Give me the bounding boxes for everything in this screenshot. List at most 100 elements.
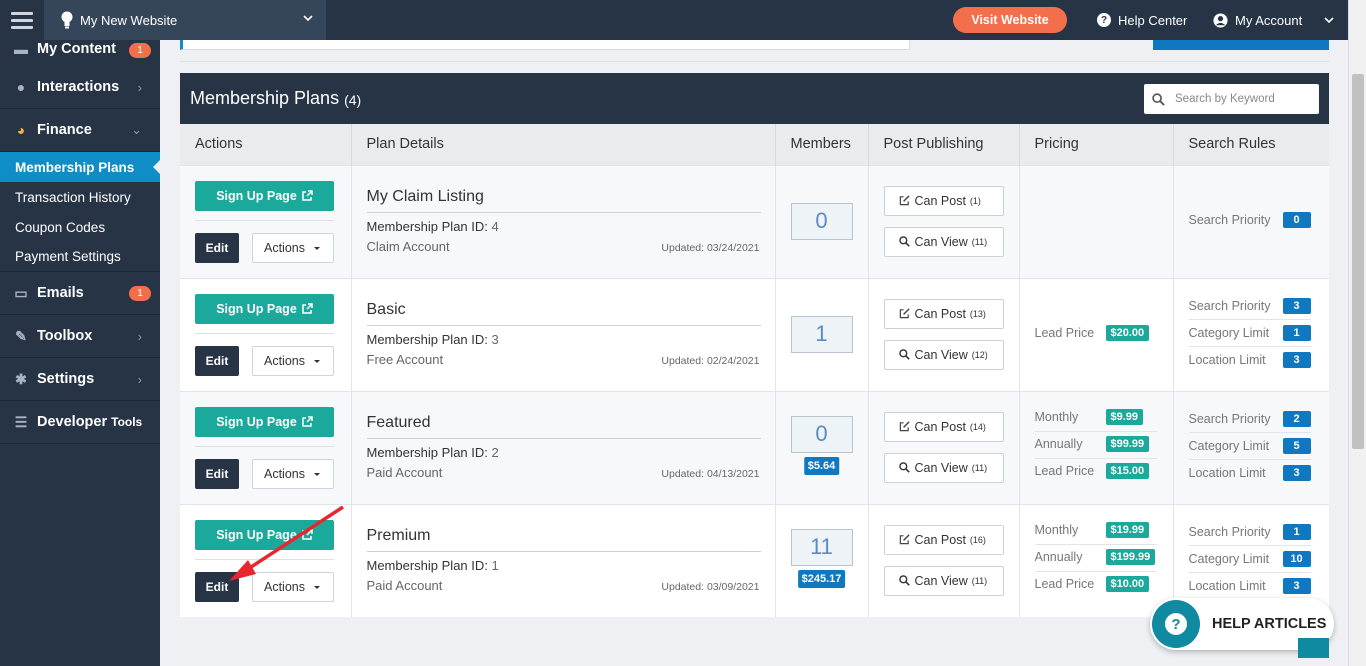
sidebar-item-label: Developer [37, 414, 108, 430]
price-label: Lead Price [1034, 463, 1095, 478]
price-row: Lead Price $20.00 [1034, 323, 1150, 343]
question-icon: ? [1152, 600, 1200, 648]
site-name: My New Website [80, 12, 178, 28]
price-badge: $19.99 [1105, 521, 1150, 538]
updated-date: Updated: 04/13/2021 [661, 467, 760, 480]
sidebar-item-developer-tools[interactable]: ☰ Developer Tools [0, 401, 160, 444]
sidebar-item-toolbox[interactable]: ✎ Toolbox › [0, 315, 160, 358]
visit-website-button[interactable]: Visit Website [953, 7, 1067, 33]
folder-icon: ▬ [14, 41, 28, 57]
can-view-button[interactable]: Can View (11) [883, 226, 1004, 257]
edit-button[interactable]: Edit [195, 232, 239, 263]
post-publishing-cell: Can Post (1) Can View (11) [868, 164, 1020, 278]
scrollbar-thumb[interactable] [1352, 74, 1364, 449]
actions-dropdown[interactable]: Actions [252, 458, 334, 489]
can-post-button[interactable]: Can Post (1) [883, 185, 1004, 216]
divider [366, 211, 761, 213]
search-placeholder: Search by Keyword [1175, 93, 1275, 105]
plan-id-label: Membership Plan ID: [366, 557, 488, 573]
can-post-button[interactable]: Can Post (14) [883, 411, 1004, 442]
sidebar-item-finance[interactable]: ◕ Finance ⌄ [0, 109, 160, 152]
sign-up-page-button[interactable]: Sign Up Page [195, 519, 334, 550]
chevron-down-icon [1324, 17, 1334, 24]
sign-up-page-button[interactable]: Sign Up Page [195, 180, 334, 211]
table-header-row: Actions Plan Details Members Post Publis… [180, 124, 1329, 165]
price-label: Annually [1034, 549, 1083, 564]
can-post-button[interactable]: Can Post (16) [883, 524, 1004, 555]
price-label: Lead Price [1034, 325, 1095, 340]
rule-badge: 5 [1282, 437, 1311, 454]
keyword-search-input[interactable]: Search by Keyword [1144, 84, 1319, 114]
button-label: Can Post [914, 193, 966, 208]
rule-badge: 1 [1282, 523, 1311, 540]
member-count[interactable]: 0 [790, 202, 853, 240]
button-label: Can View [914, 347, 968, 362]
table-row: Sign Up Page Edit Actions Premium Member… [180, 503, 1329, 617]
plan-id-label: Membership Plan ID: [366, 218, 488, 234]
edit-icon [899, 421, 910, 432]
sidebar-subitem-coupon-codes[interactable]: Coupon Codes [0, 212, 160, 242]
can-post-button[interactable]: Can Post (13) [883, 298, 1004, 329]
rule-badge: 3 [1282, 351, 1311, 368]
sidebar-item-emails[interactable]: ▭ Emails 1 [0, 272, 160, 315]
member-count[interactable]: 1 [790, 315, 853, 353]
hamburger-menu-icon[interactable] [0, 0, 44, 40]
actions-dropdown[interactable]: Actions [252, 571, 334, 602]
help-articles-label: HELP ARTICLES [1212, 616, 1327, 632]
divider [1034, 543, 1157, 545]
price-badge: $20.00 [1105, 324, 1150, 341]
sidebar-subitem-transaction-history[interactable]: Transaction History [0, 182, 160, 212]
plan-name: Featured [366, 413, 431, 431]
button-label: Can View [914, 460, 968, 475]
divider [1188, 345, 1311, 347]
sidebar-item-label: Toolbox [37, 328, 93, 344]
button-label: Sign Up Page [216, 414, 297, 429]
rule-label: Search Priority [1188, 411, 1271, 426]
edit-button[interactable]: Edit [195, 458, 239, 489]
help-center-link[interactable]: ? Help Center [1097, 0, 1187, 40]
scroll-to-top-button[interactable] [1298, 638, 1329, 658]
rule-row: Search Priority 0 [1189, 210, 1311, 230]
edit-button[interactable]: Edit [195, 345, 239, 376]
actions-dropdown[interactable]: Actions [252, 345, 334, 376]
my-account-menu[interactable]: My Account [1213, 0, 1335, 40]
search-icon [898, 462, 910, 473]
price-row: Monthly $9.99 [1035, 407, 1144, 427]
edit-icon [899, 195, 910, 206]
site-selector[interactable]: My New Website [44, 0, 326, 40]
column-header: Plan Details [351, 124, 776, 165]
plan-id-value: 3 [491, 331, 499, 347]
actions-dropdown[interactable]: Actions [252, 232, 334, 263]
divider [1034, 570, 1157, 572]
page-title: Membership Plans [190, 88, 340, 108]
edit-icon [899, 308, 910, 319]
column-header: Search Rules [1173, 124, 1329, 165]
sidebar-item-label: My Content [37, 41, 116, 57]
sign-up-page-button[interactable]: Sign Up Page [195, 406, 334, 437]
edit-button[interactable]: Edit [195, 571, 239, 602]
sidebar-subitem-payment-settings[interactable]: Payment Settings [0, 242, 160, 272]
rule-row: Location Limit 3 [1189, 576, 1311, 596]
rule-row: Search Priority 3 [1189, 296, 1311, 316]
sidebar-item-my-content[interactable]: ▬ My Content 1 [0, 40, 160, 66]
sidebar-subitem-membership-plans[interactable]: Membership Plans [0, 152, 160, 182]
member-count[interactable]: 11 [790, 528, 853, 566]
can-view-button[interactable]: Can View (12) [883, 339, 1004, 370]
member-count[interactable]: 0 [790, 415, 853, 453]
top-action-button[interactable] [1153, 40, 1329, 50]
sidebar-item-settings[interactable]: ✱ Settings › [0, 358, 160, 401]
membership-plans-panel: Membership Plans (4) Search by Keyword A… [180, 73, 1329, 617]
post-count: (1) [969, 195, 981, 206]
updated-date: Updated: 03/09/2021 [661, 580, 760, 593]
top-search-field[interactable] [180, 40, 910, 50]
view-count: (11) [971, 575, 988, 586]
sign-up-page-button[interactable]: Sign Up Page [195, 293, 334, 324]
page-scrollbar[interactable] [1348, 0, 1366, 666]
column-header: Post Publishing [868, 124, 1020, 165]
can-view-button[interactable]: Can View (11) [883, 452, 1004, 483]
top-bar: My New Website Visit Website ? Help Cent… [0, 0, 1348, 40]
notification-badge: 1 [129, 43, 151, 58]
can-view-button[interactable]: Can View (11) [883, 565, 1004, 596]
members-cell: 0 [775, 164, 869, 278]
sidebar-item-interactions[interactable]: ● Interactions › [0, 66, 160, 109]
